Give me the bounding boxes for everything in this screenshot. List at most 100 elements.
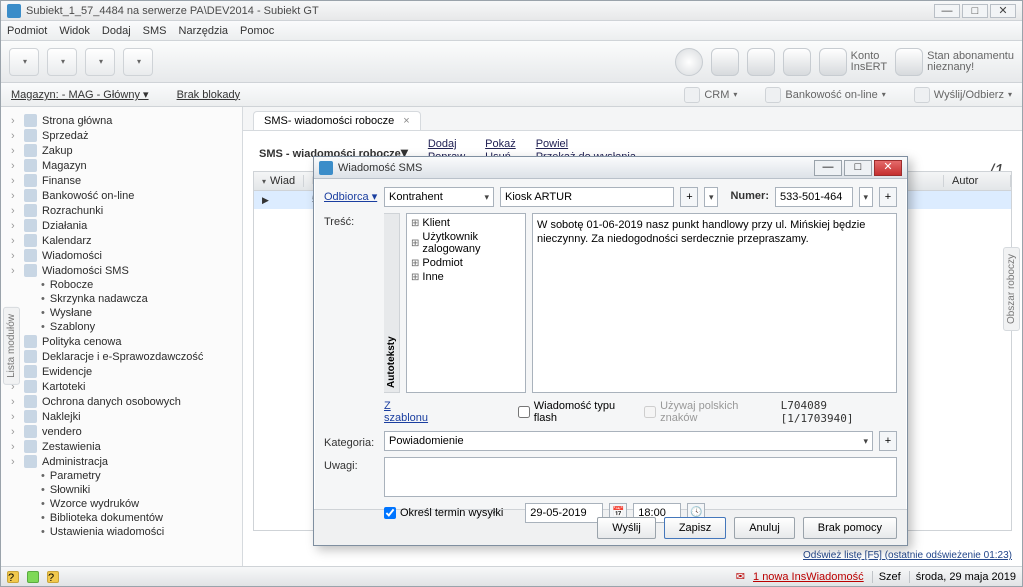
bankowosc-dropdown[interactable]: Bankowość on-line▾ bbox=[765, 87, 885, 103]
toolbar-icon-globe[interactable] bbox=[675, 48, 703, 76]
autotext-inne[interactable]: Inne bbox=[409, 270, 523, 284]
tab-close-icon[interactable]: × bbox=[403, 115, 409, 127]
maximize-button[interactable]: □ bbox=[962, 4, 988, 18]
modal-maximize-button[interactable]: □ bbox=[844, 160, 872, 176]
sidebar-item-5[interactable]: ›Bankowość on-line bbox=[3, 188, 238, 203]
termin-checkbox[interactable] bbox=[384, 507, 396, 519]
z-szablonu-link[interactable]: Z szablonu bbox=[384, 400, 434, 424]
sidebar-collapse-tab[interactable]: Lista modułów bbox=[3, 307, 20, 385]
toolbar-icon-cloud[interactable] bbox=[783, 48, 811, 76]
sidebar-item-1[interactable]: ›Sprzedaż bbox=[3, 128, 238, 143]
sidebar-item-8[interactable]: ›Kalendarz bbox=[3, 233, 238, 248]
sidebar-item-26[interactable]: •Wzorce wydruków bbox=[3, 497, 238, 511]
sidebar-item-10[interactable]: ›Wiadomości SMS bbox=[3, 263, 238, 278]
sidebar-item-15[interactable]: ›Polityka cenowa bbox=[3, 334, 238, 349]
sidebar-item-19[interactable]: ›Ochrona danych osobowych bbox=[3, 394, 238, 409]
zapisz-button[interactable]: Zapisz bbox=[664, 517, 726, 539]
status-help-icon[interactable]: ? bbox=[7, 571, 19, 583]
folder-icon bbox=[24, 440, 37, 453]
menu-widok[interactable]: Widok bbox=[59, 25, 90, 37]
folder-icon bbox=[24, 204, 37, 217]
right-collapse-tab[interactable]: Obszar roboczy bbox=[1003, 247, 1020, 331]
sidebar-item-3[interactable]: ›Magazyn bbox=[3, 158, 238, 173]
numer-dropdown-button[interactable] bbox=[859, 187, 873, 207]
menu-dodaj[interactable]: Dodaj bbox=[102, 25, 131, 37]
menu-podmiot[interactable]: Podmiot bbox=[7, 25, 47, 37]
sidebar-item-28[interactable]: •Ustawienia wiadomości bbox=[3, 525, 238, 539]
toolbar-btn-2[interactable] bbox=[47, 48, 77, 76]
flash-checkbox[interactable] bbox=[518, 406, 530, 418]
odbiorca-dropdown-button[interactable] bbox=[704, 187, 718, 207]
sidebar-item-27[interactable]: •Biblioteka dokumentów bbox=[3, 511, 238, 525]
termin-date-input[interactable] bbox=[525, 503, 603, 523]
pomoc-button[interactable]: Brak pomocy bbox=[803, 517, 897, 539]
menu-sms[interactable]: SMS bbox=[143, 25, 167, 37]
action-pokaz[interactable]: Pokaż bbox=[485, 138, 516, 151]
message-textarea[interactable]: W sobotę 01-06-2019 nasz punkt handlowy … bbox=[532, 213, 897, 393]
grid-col-wiad[interactable]: Wiad bbox=[254, 175, 304, 187]
sidebar-item-20[interactable]: ›Naklejki bbox=[3, 409, 238, 424]
uwagi-textarea[interactable] bbox=[384, 457, 897, 497]
sidebar-item-18[interactable]: ›Kartoteki bbox=[3, 379, 238, 394]
action-dodaj[interactable]: Dodaj bbox=[428, 138, 465, 151]
sidebar-item-16[interactable]: ›Deklaracje i e-Sprawozdawczość bbox=[3, 349, 238, 364]
menu-pomoc[interactable]: Pomoc bbox=[240, 25, 274, 37]
label-odbiorca[interactable]: Odbiorca ▾ bbox=[324, 187, 378, 203]
toolbar-btn-3[interactable] bbox=[85, 48, 115, 76]
flash-checkbox-wrap[interactable]: Wiadomość typu flash bbox=[518, 400, 632, 424]
sidebar-item-21[interactable]: ›vendero bbox=[3, 424, 238, 439]
sidebar-item-23[interactable]: ›Administracja bbox=[3, 454, 238, 469]
autotext-uzytkownik[interactable]: Użytkownik zalogowany bbox=[409, 230, 523, 256]
crm-dropdown[interactable]: CRM▾ bbox=[684, 87, 737, 103]
autotext-podmiot[interactable]: Podmiot bbox=[409, 256, 523, 270]
sidebar-item-2[interactable]: ›Zakup bbox=[3, 143, 238, 158]
sidebar-item-12[interactable]: •Skrzynka nadawcza bbox=[3, 292, 238, 306]
sidebar-item-13[interactable]: •Wysłane bbox=[3, 306, 238, 320]
odbiorca-input[interactable] bbox=[500, 187, 674, 207]
refresh-hint[interactable]: Odśwież listę [F5] (ostatnie odświeżenie… bbox=[243, 550, 1022, 566]
sidebar-item-25[interactable]: •Słowniki bbox=[3, 483, 238, 497]
autotext-klient[interactable]: Klient bbox=[409, 216, 523, 230]
close-button[interactable]: ✕ bbox=[990, 4, 1016, 18]
sidebar-item-7[interactable]: ›Działania bbox=[3, 218, 238, 233]
folder-icon bbox=[24, 365, 37, 378]
odbiorca-add-button[interactable]: + bbox=[680, 187, 698, 207]
blokada-link[interactable]: Brak blokady bbox=[177, 89, 241, 101]
sidebar-item-24[interactable]: •Parametry bbox=[3, 469, 238, 483]
autotext-tree[interactable]: Klient Użytkownik zalogowany Podmiot Inn… bbox=[406, 213, 526, 393]
kategoria-select[interactable]: Powiadomienie bbox=[384, 431, 873, 451]
sidebar-item-4[interactable]: ›Finanse bbox=[3, 173, 238, 188]
toolbar-icon-box2[interactable] bbox=[747, 48, 775, 76]
sidebar-item-17[interactable]: ›Ewidencje bbox=[3, 364, 238, 379]
anuluj-button[interactable]: Anuluj bbox=[734, 517, 795, 539]
magazyn-selector[interactable]: Magazyn: - MAG - Główny ▾ bbox=[11, 88, 149, 101]
autoteksty-tab[interactable]: Autoteksty bbox=[384, 213, 400, 393]
toolbar-icon-user[interactable] bbox=[819, 48, 847, 76]
wyslij-odbierz-dropdown[interactable]: Wyślij/Odbierz▾ bbox=[914, 87, 1012, 103]
kategoria-add-button[interactable]: + bbox=[879, 431, 897, 451]
toolbar-btn-4[interactable] bbox=[123, 48, 153, 76]
status-help2-icon[interactable]: ? bbox=[47, 571, 59, 583]
sidebar-item-11[interactable]: •Robocze bbox=[3, 278, 238, 292]
grid-col-autor[interactable]: Autor bbox=[944, 175, 1011, 187]
toolbar-icon-shield[interactable] bbox=[895, 48, 923, 76]
numer-add-button[interactable]: + bbox=[879, 187, 897, 207]
action-powiel[interactable]: Powiel bbox=[536, 138, 636, 151]
modal-minimize-button[interactable]: — bbox=[814, 160, 842, 176]
odbiorca-type-select[interactable]: Kontrahent bbox=[384, 187, 494, 207]
sidebar-item-0[interactable]: ›Strona główna bbox=[3, 113, 238, 128]
numer-input[interactable] bbox=[775, 187, 853, 207]
wyslij-button[interactable]: Wyślij bbox=[597, 517, 656, 539]
modal-close-button[interactable]: ✕ bbox=[874, 160, 902, 176]
sidebar-item-6[interactable]: ›Rozrachunki bbox=[3, 203, 238, 218]
toolbar-btn-1[interactable] bbox=[9, 48, 39, 76]
menu-narzedzia[interactable]: Narzędzia bbox=[179, 25, 229, 37]
sidebar-item-14[interactable]: •Szablony bbox=[3, 320, 238, 334]
sidebar-item-22[interactable]: ›Zestawienia bbox=[3, 439, 238, 454]
sidebar-item-9[interactable]: ›Wiadomości bbox=[3, 248, 238, 263]
termin-checkbox-wrap[interactable]: Określ termin wysyłki bbox=[384, 507, 503, 519]
toolbar-icon-box1[interactable] bbox=[711, 48, 739, 76]
status-new-message[interactable]: 1 nowa InsWiadomość bbox=[753, 571, 864, 583]
minimize-button[interactable]: — bbox=[934, 4, 960, 18]
tab-sms-robocze[interactable]: SMS- wiadomości robocze × bbox=[253, 111, 421, 130]
